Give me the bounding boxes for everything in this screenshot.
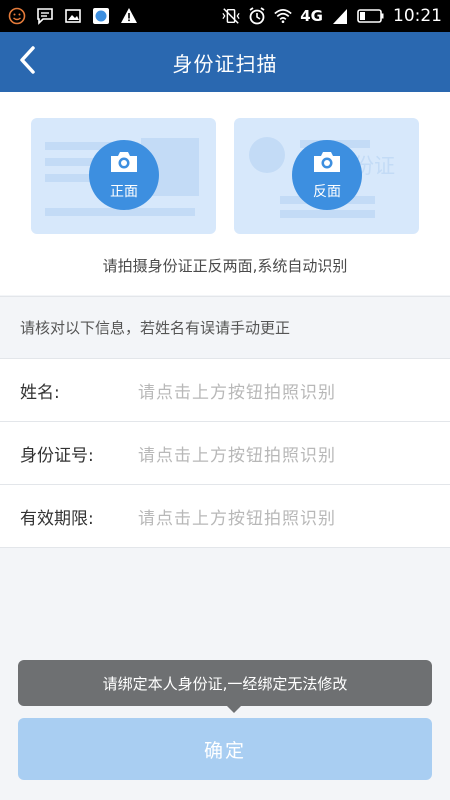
navigation-bar: 身份证扫描 (0, 32, 450, 92)
validity-field: 请点击上方按钮拍照识别 (138, 508, 336, 529)
network-type: 4G (300, 7, 323, 25)
wifi-icon (274, 7, 292, 25)
front-camera-button[interactable]: 正面 (89, 140, 159, 210)
signal-icon (331, 7, 349, 25)
chevron-left-icon (18, 45, 38, 79)
bind-warning-toast: 请绑定本人身份证,一经绑定无法修改 (18, 660, 432, 706)
camera-icon (312, 150, 342, 178)
app-notification-icon (92, 7, 110, 25)
warning-icon (120, 7, 138, 25)
back-button[interactable] (18, 44, 58, 80)
id-number-label: 身份证号: (20, 445, 94, 466)
id-number-field: 请点击上方按钮拍照识别 (138, 445, 336, 466)
name-field[interactable]: 请点击上方按钮拍照识别 (138, 378, 336, 403)
id-card-capture-section: 正面 身份证 反面 请拍摄身份证正反两面,系统自动识别 (0, 92, 450, 295)
confirm-button[interactable]: 确定 (18, 718, 432, 780)
id-info-form: 姓名: 请点击上方按钮拍照识别 身份证号: 请点击上方按钮拍照识别 有效期限: … (0, 358, 450, 548)
camera-icon (109, 150, 139, 178)
toast-pointer (226, 705, 242, 713)
page-title: 身份证扫描 (172, 51, 278, 76)
name-row[interactable]: 姓名: 请点击上方按钮拍照识别 (0, 359, 450, 422)
vibrate-icon (222, 7, 240, 25)
id-number-row[interactable]: 身份证号: 请点击上方按钮拍照识别 (0, 422, 450, 485)
message-notification-icon (36, 7, 54, 25)
name-label: 姓名: (20, 382, 60, 403)
back-camera-button[interactable]: 反面 (292, 140, 362, 210)
back-label: 反面 (313, 183, 341, 200)
alarm-icon (248, 7, 266, 25)
capture-hint: 请拍摄身份证正反两面,系统自动识别 (102, 257, 348, 275)
validity-row[interactable]: 有效期限: 请点击上方按钮拍照识别 (0, 485, 450, 548)
battery-icon (357, 7, 385, 25)
id-card-back-capture[interactable]: 身份证 反面 (234, 118, 419, 234)
verify-info-note: 请核对以下信息，若姓名有误请手动更正 (0, 296, 450, 358)
id-card-front-capture[interactable]: 正面 (31, 118, 216, 234)
status-bar: 4G 10:21 (0, 0, 450, 32)
front-label: 正面 (110, 183, 138, 200)
validity-label: 有效期限: (20, 508, 94, 529)
image-notification-icon (64, 7, 82, 25)
clock: 10:21 (393, 6, 442, 26)
emoji-notification-icon (8, 7, 26, 25)
